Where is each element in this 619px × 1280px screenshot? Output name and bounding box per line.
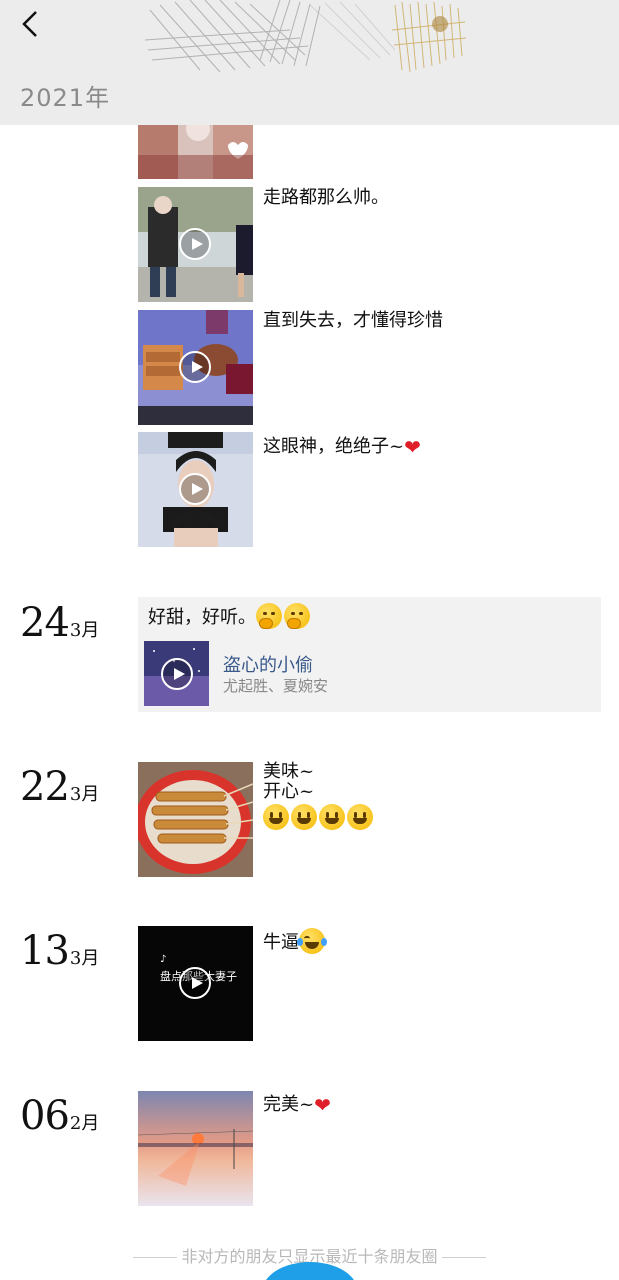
post-caption: 牛逼 (263, 928, 327, 955)
date-day: 13 (20, 928, 70, 974)
caption-text: 这眼神，绝绝子~ (263, 436, 405, 457)
post-caption: 好甜，好听。 (148, 603, 312, 629)
video-thumbnail[interactable] (138, 432, 253, 547)
date-month: 3月 (69, 784, 100, 805)
smile-emoji-icon (347, 804, 373, 830)
back-button[interactable] (14, 6, 50, 42)
smile-emoji-icon (263, 804, 289, 830)
video-thumbnail[interactable] (138, 310, 253, 425)
thinking-emoji-icon (256, 603, 282, 629)
caption-text: 好甜，好听。 (148, 607, 256, 628)
year-label: 2021年 (20, 84, 111, 112)
song-title[interactable]: 盗心的小偷 (223, 651, 313, 677)
play-icon (161, 658, 193, 690)
video-thumbnail[interactable] (138, 125, 253, 179)
post-date: 062月 (20, 1093, 99, 1139)
post-date: 243月 (20, 600, 99, 646)
caption-line: 开心~ (263, 781, 315, 802)
date-month: 2月 (69, 1113, 100, 1134)
music-cover[interactable] (144, 641, 209, 706)
date-day: 06 (20, 1093, 70, 1139)
caption-text: 完美~ (263, 1094, 315, 1115)
heart-emoji-icon: ❤ (404, 435, 421, 459)
emoji-row (263, 804, 375, 830)
post-date: 223月 (20, 764, 99, 810)
caption-text: 牛逼 (263, 932, 299, 953)
thinking-emoji-icon (284, 603, 310, 629)
video-thumbnail[interactable]: 盘点那些大妻子 ♪ (138, 926, 253, 1041)
post-caption: 美味~ 开心~ (263, 762, 375, 830)
play-icon (179, 967, 211, 999)
cover-sketch-image (144, 0, 467, 73)
post-caption: 完美~❤ (263, 1093, 331, 1117)
date-day: 22 (20, 764, 70, 810)
photo-thumbnail[interactable] (138, 1091, 253, 1206)
smile-emoji-icon (319, 804, 345, 830)
play-icon (179, 351, 211, 383)
post-caption: 这眼神，绝绝子~❤ (263, 435, 421, 459)
smile-emoji-icon (291, 804, 317, 830)
music-share-card[interactable]: 好甜，好听。 盗心的小偷 尤起胜、夏婉安 (138, 597, 601, 712)
date-month: 3月 (69, 620, 100, 641)
laugh-tears-emoji-icon (297, 928, 327, 954)
caption-line: 美味~ (263, 761, 315, 782)
date-month: 3月 (69, 948, 100, 969)
post-caption: 走路都那么帅。 (263, 187, 389, 208)
post-date: 133月 (20, 928, 99, 974)
post-caption: 直到失去，才懂得珍惜 (263, 310, 443, 331)
video-thumbnail[interactable] (138, 187, 253, 302)
header-bar: 2021年 (0, 0, 619, 125)
song-artist: 尤起胜、夏婉安 (223, 677, 329, 695)
play-icon (179, 473, 211, 505)
chevron-left-icon (22, 11, 37, 37)
music-note-icon: ♪ (160, 954, 167, 965)
play-icon (179, 228, 211, 260)
photo-thumbnail[interactable] (138, 762, 253, 877)
heart-emoji-icon: ❤ (314, 1093, 331, 1117)
date-day: 24 (20, 600, 70, 646)
